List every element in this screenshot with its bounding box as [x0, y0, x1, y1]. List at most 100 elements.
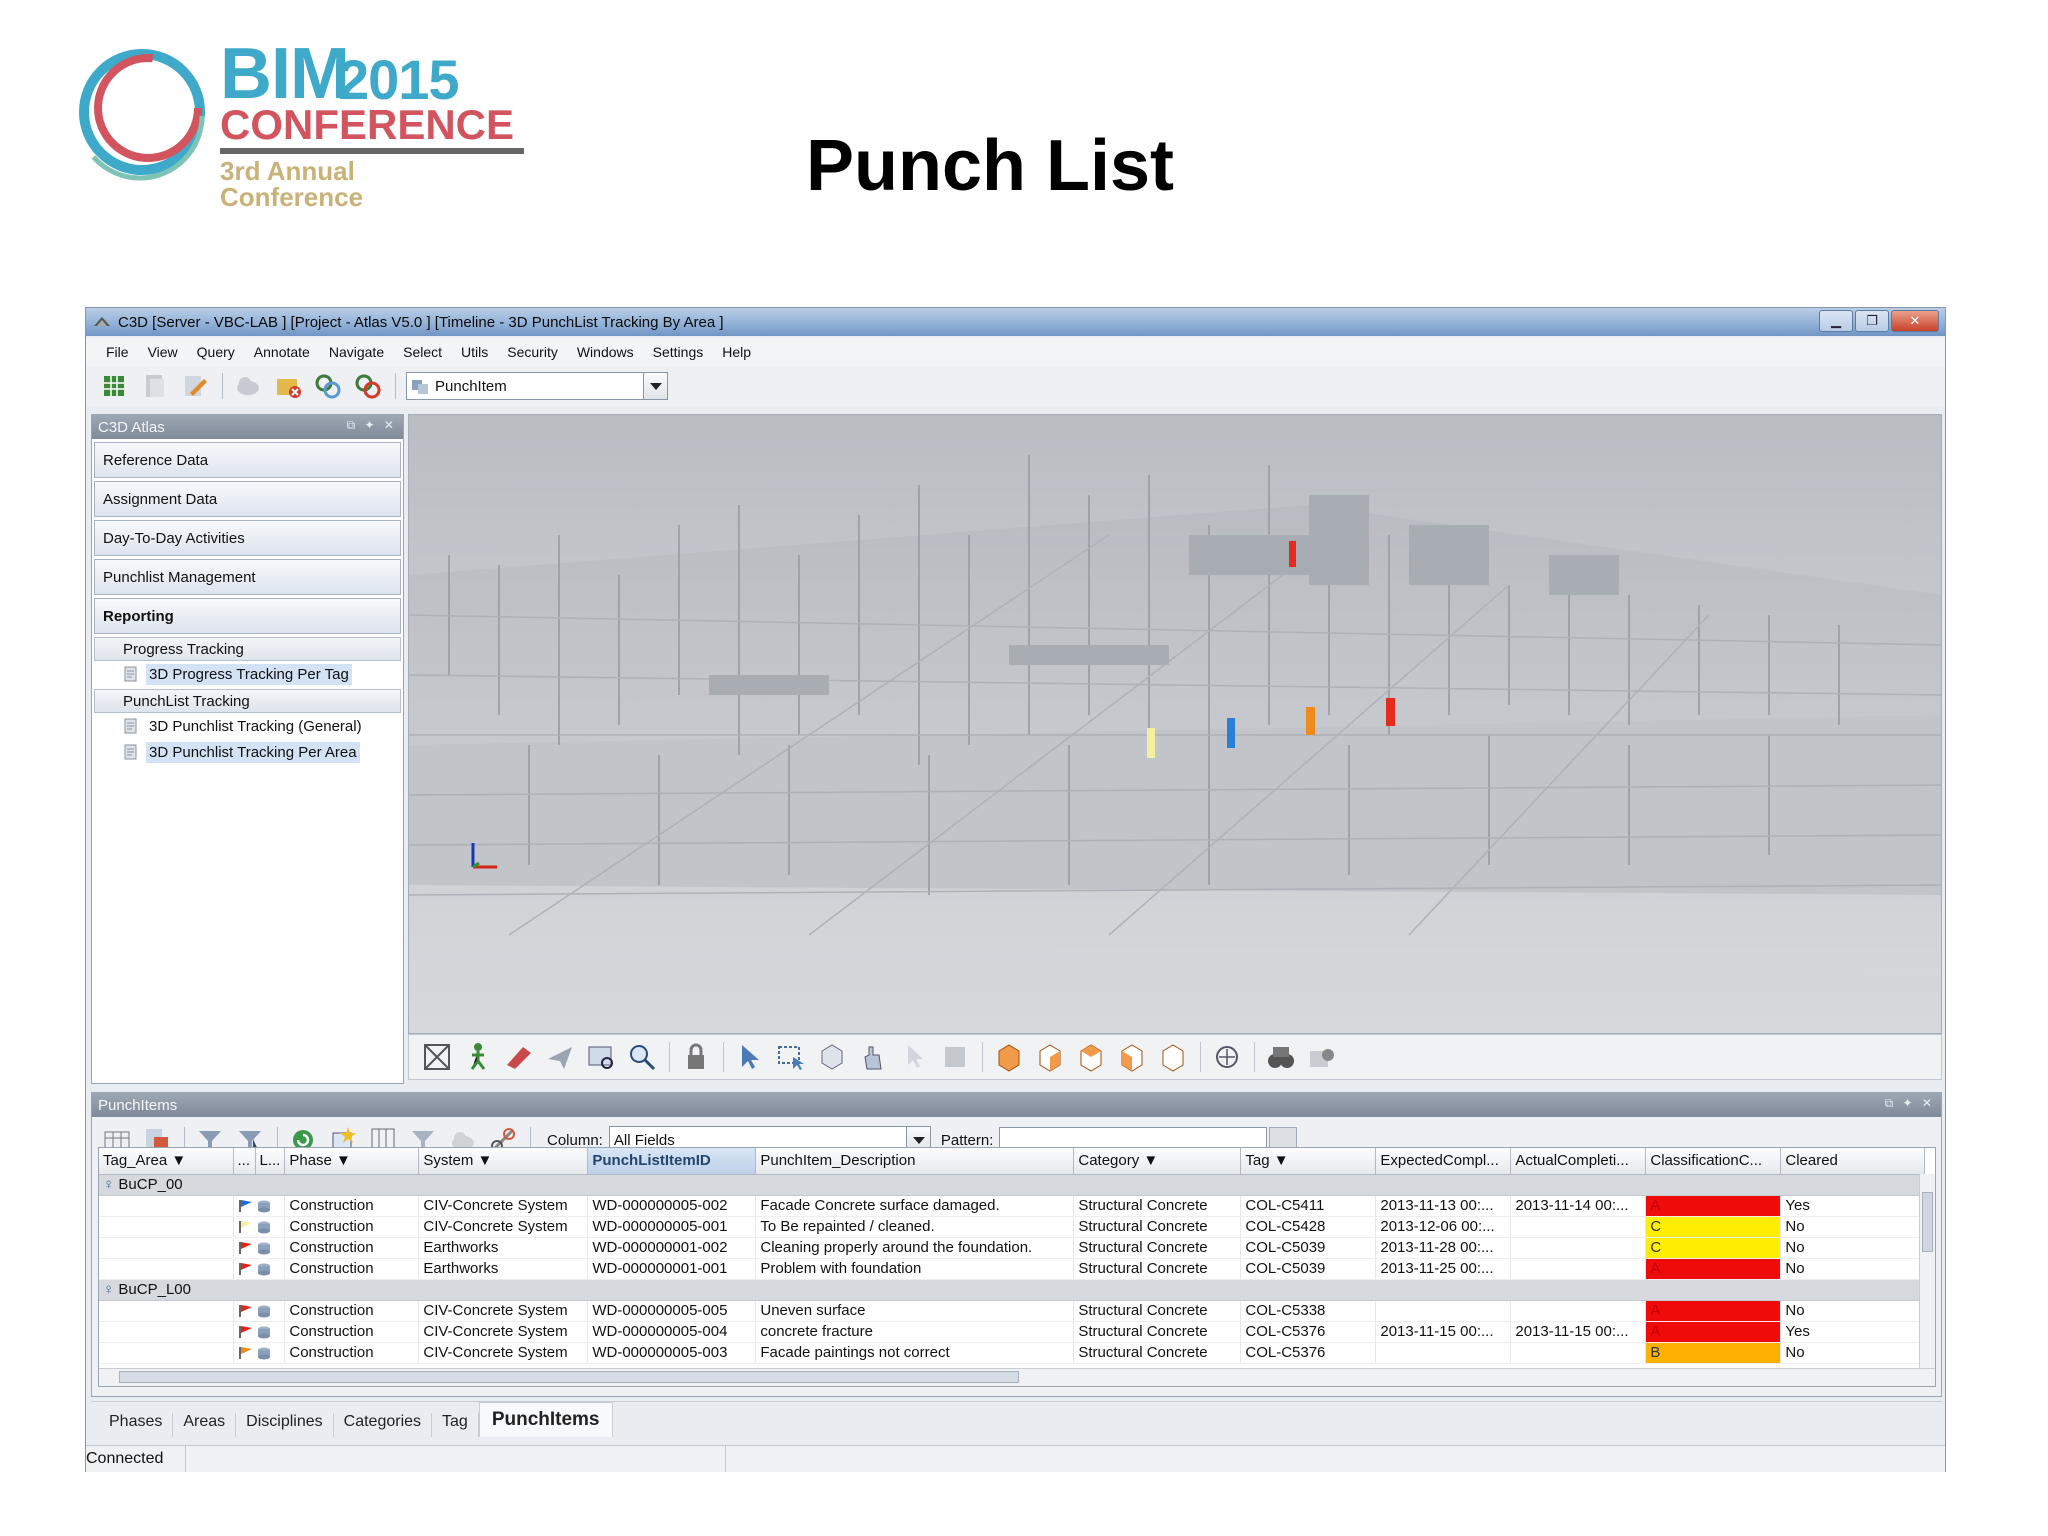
lock-icon[interactable]: [680, 1041, 712, 1073]
scroll-thumb[interactable]: [119, 1371, 1019, 1383]
group-punchlist-tracking[interactable]: PunchList Tracking: [94, 689, 401, 713]
tree-item-3d-punchlist-per-area[interactable]: 3D Punchlist Tracking Per Area: [92, 739, 403, 765]
menu-help[interactable]: Help: [722, 344, 751, 360]
col-expected-completion[interactable]: ExpectedCompl...: [1375, 1148, 1512, 1175]
cell-classification: A: [1645, 1195, 1782, 1217]
menu-select[interactable]: Select: [403, 344, 442, 360]
select-3d-icon[interactable]: [816, 1041, 848, 1073]
pointer-disabled-icon[interactable]: [898, 1041, 930, 1073]
col-phase[interactable]: Phase ▼: [284, 1148, 420, 1175]
horizontal-scrollbar[interactable]: [99, 1368, 1935, 1386]
entity-selector[interactable]: PunchItem: [406, 372, 668, 400]
col-description[interactable]: PunchItem_Description: [755, 1148, 1075, 1175]
panel-controls-icon[interactable]: ⧉ ✦ ✕: [1885, 1096, 1935, 1111]
tree-item-3d-punchlist-general[interactable]: 3D Punchlist Tracking (General): [92, 713, 403, 739]
send-icon[interactable]: [544, 1041, 576, 1073]
3d-viewport[interactable]: [408, 414, 1942, 1034]
delete-folder-icon[interactable]: [273, 371, 303, 401]
nav-punchlist-management[interactable]: Punchlist Management: [94, 559, 401, 595]
menu-navigate[interactable]: Navigate: [329, 344, 384, 360]
menu-view[interactable]: View: [148, 344, 178, 360]
table-row[interactable]: Construction CIV-Concrete System WD-000000…: [99, 1300, 1926, 1322]
edit-document-icon[interactable]: [180, 371, 210, 401]
menu-settings[interactable]: Settings: [653, 344, 704, 360]
close-button[interactable]: ✕: [1891, 310, 1939, 332]
group-row[interactable]: ♀ BuCP_L00: [99, 1279, 1926, 1301]
menu-utils[interactable]: Utils: [461, 344, 488, 360]
panel-controls-icon[interactable]: ⧉ ✦ ✕: [347, 418, 397, 433]
menu-windows[interactable]: Windows: [577, 344, 634, 360]
box-select-icon[interactable]: [775, 1041, 807, 1073]
view-iso-icon[interactable]: [1157, 1041, 1189, 1073]
tab-areas[interactable]: Areas: [173, 1413, 237, 1437]
table-row[interactable]: Construction CIV-Concrete System WD-000000…: [99, 1195, 1926, 1217]
tab-disciplines[interactable]: Disciplines: [236, 1413, 334, 1437]
view-right-icon[interactable]: [1034, 1041, 1066, 1073]
punch-marker-orange[interactable]: [1306, 707, 1315, 735]
nav-reporting[interactable]: Reporting: [94, 598, 401, 634]
nav-reference-data[interactable]: Reference Data: [94, 442, 401, 478]
zoom-icon[interactable]: [626, 1041, 658, 1073]
punch-marker-red[interactable]: [1289, 541, 1296, 567]
col-category[interactable]: Category ▼: [1073, 1148, 1242, 1175]
tab-tag[interactable]: Tag: [432, 1413, 479, 1437]
toolbar-separator: [395, 373, 396, 399]
col-cleared[interactable]: Cleared: [1780, 1148, 1926, 1175]
tree-item-3d-progress-per-tag[interactable]: 3D Progress Tracking Per Tag: [92, 661, 403, 687]
col-dots[interactable]: ...: [233, 1148, 256, 1175]
refresh-view-icon[interactable]: [1211, 1041, 1243, 1073]
view-left-icon[interactable]: [1116, 1041, 1148, 1073]
find-model-icon[interactable]: [1306, 1041, 1338, 1073]
col-tag-area[interactable]: Tag_Area ▼: [99, 1148, 234, 1175]
tab-punchitems[interactable]: PunchItems: [478, 1402, 613, 1437]
spreadsheet-icon[interactable]: [100, 371, 130, 401]
document-icon[interactable]: [140, 371, 170, 401]
minimize-button[interactable]: ▁: [1819, 310, 1853, 332]
menu-security[interactable]: Security: [507, 344, 558, 360]
col-system[interactable]: System ▼: [418, 1148, 589, 1175]
expand-icon[interactable]: ♀: [103, 1281, 118, 1298]
hand-select-icon[interactable]: [857, 1041, 889, 1073]
zoom-window-icon[interactable]: [585, 1041, 617, 1073]
table-row[interactable]: Construction Earthworks WD-000000001-001 Pr…: [99, 1258, 1926, 1280]
cell-cleared: No: [1780, 1342, 1926, 1364]
unlink-tag-icon[interactable]: [353, 371, 383, 401]
nav-assignment-data[interactable]: Assignment Data: [94, 481, 401, 517]
cloud-icon[interactable]: [233, 371, 263, 401]
scroll-thumb[interactable]: [1922, 1192, 1933, 1252]
menu-query[interactable]: Query: [197, 344, 235, 360]
col-classification[interactable]: ClassificationC...: [1645, 1148, 1782, 1175]
menu-file[interactable]: File: [106, 344, 129, 360]
chevron-down-icon[interactable]: [643, 373, 667, 399]
zoom-extents-icon[interactable]: [421, 1041, 453, 1073]
restore-button[interactable]: ❐: [1855, 310, 1889, 332]
col-l[interactable]: L...: [255, 1148, 286, 1175]
group-row[interactable]: ♀ BuCP_00: [99, 1174, 1926, 1196]
view-top-icon[interactable]: [1075, 1041, 1107, 1073]
link-tag-icon[interactable]: [313, 371, 343, 401]
col-punchlistitemid[interactable]: PunchListItemID: [587, 1148, 757, 1175]
binoculars-icon[interactable]: [1265, 1041, 1297, 1073]
fly-icon[interactable]: [503, 1041, 535, 1073]
table-row[interactable]: Construction CIV-Concrete System WD-000000…: [99, 1216, 1926, 1238]
col-tag[interactable]: Tag ▼: [1240, 1148, 1377, 1175]
table-row[interactable]: Construction Earthworks WD-000000001-002 Cl…: [99, 1237, 1926, 1259]
table-row[interactable]: Construction CIV-Concrete System WD-000000…: [99, 1321, 1926, 1343]
vertical-scrollbar[interactable]: [1919, 1174, 1935, 1368]
walk-icon[interactable]: [462, 1041, 494, 1073]
menu-annotate[interactable]: Annotate: [254, 344, 310, 360]
select-pointer-icon[interactable]: [734, 1041, 766, 1073]
tab-categories[interactable]: Categories: [334, 1413, 433, 1437]
punch-marker-blue[interactable]: [1227, 718, 1235, 748]
nav-day-to-day-activities[interactable]: Day-To-Day Activities: [94, 520, 401, 556]
tab-phases[interactable]: Phases: [99, 1413, 174, 1437]
group-progress-tracking[interactable]: Progress Tracking: [94, 637, 401, 661]
window-titlebar[interactable]: C3D [Server - VBC-LAB ] [Project - Atlas…: [86, 308, 1945, 336]
table-row[interactable]: Construction CIV-Concrete System WD-000000…: [99, 1342, 1926, 1364]
punch-marker-red[interactable]: [1386, 698, 1395, 726]
col-actual-completion[interactable]: ActualCompleti...: [1510, 1148, 1647, 1175]
square-disabled-icon[interactable]: [939, 1041, 971, 1073]
punch-marker-yellow[interactable]: [1147, 728, 1155, 758]
expand-icon[interactable]: ♀: [103, 1176, 118, 1193]
view-front-icon[interactable]: [993, 1041, 1025, 1073]
